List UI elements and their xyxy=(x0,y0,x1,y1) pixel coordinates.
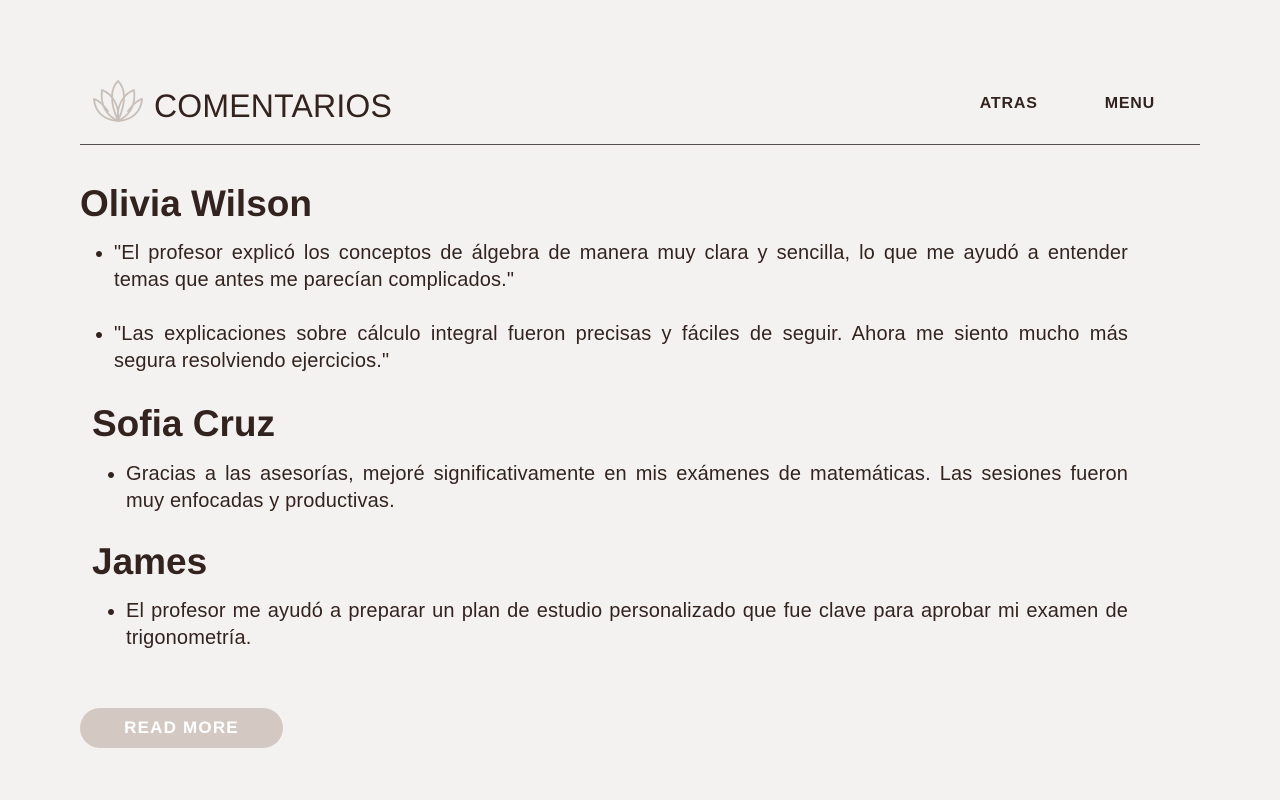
comment-item: "El profesor explicó los conceptos de ál… xyxy=(96,240,1128,294)
page-header: COMENTARIOS ATRAS MENU xyxy=(80,64,1200,146)
nav-menu-link[interactable]: MENU xyxy=(1105,94,1155,114)
comment-item: "Las explicaciones sobre cálculo integra… xyxy=(96,321,1128,375)
comment-list: Gracias a las asesorías, mejoré signific… xyxy=(108,461,1128,515)
testimonial-name: Sofia Cruz xyxy=(92,403,275,444)
comment-item: Gracias a las asesorías, mejoré signific… xyxy=(108,461,1128,515)
testimonial-name: Olivia Wilson xyxy=(80,183,312,224)
header-divider xyxy=(80,144,1200,145)
testimonial-name: James xyxy=(92,541,208,582)
read-more-button[interactable]: READ MORE xyxy=(80,708,283,748)
page-title: COMENTARIOS xyxy=(154,88,393,124)
comment-list: El profesor me ayudó a preparar un plan … xyxy=(108,598,1128,652)
comment-list: "El profesor explicó los conceptos de ál… xyxy=(96,240,1128,375)
nav-back-link[interactable]: ATRAS xyxy=(980,94,1038,114)
top-nav: ATRAS MENU xyxy=(980,94,1155,114)
comment-item: El profesor me ayudó a preparar un plan … xyxy=(108,598,1128,652)
lotus-icon xyxy=(93,80,143,122)
